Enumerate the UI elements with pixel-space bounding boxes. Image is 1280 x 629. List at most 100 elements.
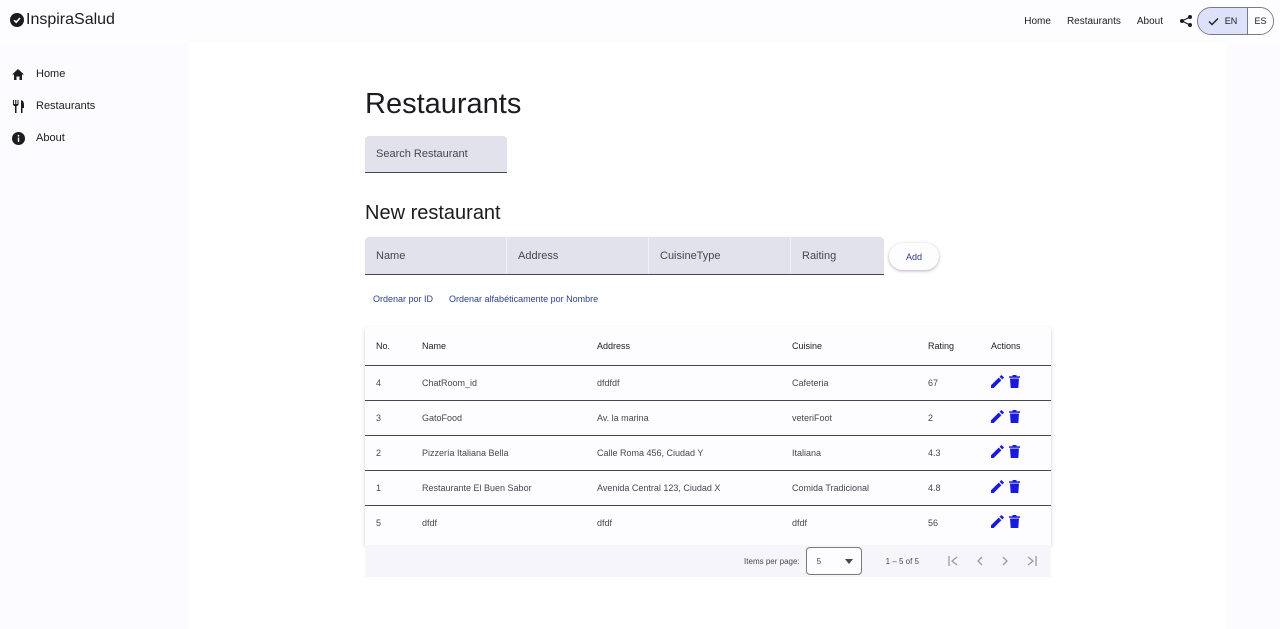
lang-selected-label: EN [1224,16,1238,26]
first-page-icon[interactable] [945,553,961,569]
cell-rating: 4.8 [928,470,991,506]
cell-no: 3 [365,400,422,436]
header-address: Address [597,327,792,366]
cell-rating: 56 [928,517,939,528]
delete-icon[interactable] [1009,410,1020,425]
sidebar-item-home[interactable]: Home [0,58,188,90]
page-range: 1 – 5 of 5 [885,556,919,566]
top-app-bar: InspiraSalud Home Restaurants About EN E… [0,0,1280,42]
app-title: InspiraSalud [26,11,115,28]
sidebar-item-label: Home [36,68,66,80]
page-navigation [945,553,1039,569]
address-field[interactable]: Address [507,237,649,274]
cell-cuisine: veteriFoot [792,400,928,436]
edit-icon[interactable] [991,480,1004,495]
sort-links: Ordenar por ID Ordenar alfabéticamente p… [365,294,598,304]
topnav-restaurants-link[interactable]: Restaurants [1067,16,1121,27]
delete-icon[interactable] [1009,445,1020,460]
sidebar-item-label: About [36,132,65,144]
search-input[interactable]: Search Restaurant [365,136,507,173]
restaurant-icon [11,99,25,113]
language-toggle: EN ES [1197,7,1274,35]
sort-by-id-button[interactable]: Ordenar por ID [373,294,433,304]
table-header-row: No. Name Address Cuisine Rating Actions [365,327,1051,366]
sidebar-item-restaurants[interactable]: Restaurants [0,90,188,122]
topnav-home-link[interactable]: Home [1024,16,1051,27]
table-row: 3 GatoFood Av. la marina veteriFoot 2 [365,400,1051,436]
cell-name: dfdf [422,517,438,528]
cell-address: Avenida Central 123, Ciudad X [597,470,792,506]
sidebar-item-about[interactable]: About [0,122,188,154]
cell-cuisine: Comida Tradicional [792,470,928,506]
next-page-icon[interactable] [997,553,1013,569]
delete-icon[interactable] [1009,515,1020,530]
cell-no: 5 [376,517,382,528]
header-no: No. [365,327,422,366]
cell-rating: 2 [928,400,991,436]
cell-cuisine: Italiana [792,435,928,471]
add-button[interactable]: Add [889,243,939,270]
cell-address: Av. la marina [597,400,792,436]
header-cuisine: Cuisine [792,327,928,366]
cell-actions [991,505,1051,540]
restaurants-table: No. Name Address Cuisine Rating Actions … [365,327,1051,540]
cell-rating: 67 [928,365,991,401]
cell-name: Restaurante El Buen Sabor [422,470,597,506]
info-icon [11,131,25,145]
sidebar: Home Restaurants About [0,58,188,154]
sort-by-name-button[interactable]: Ordenar alfabéticamente por Nombre [449,294,598,304]
lang-option-es[interactable]: ES [1248,8,1273,34]
cell-no: 2 [365,435,422,471]
page-size-select[interactable]: 5 [805,547,862,575]
new-restaurant-title: New restaurant [365,202,501,224]
cell-cuisine: Cafeteria [792,365,928,401]
table-row: 4 ChatRoom_id dfdfdf Cafeteria 67 [365,365,1051,401]
cell-cuisine: dfdf [792,517,808,528]
cell-name: Pizzería Italiana Bella [422,435,597,471]
items-per-page-label: Items per page: [744,556,800,566]
header-actions: Actions [991,327,1051,366]
cell-no: 4 [365,365,422,401]
cell-actions [991,400,1051,436]
sidebar-item-label: Restaurants [36,100,96,112]
cell-name: ChatRoom_id [422,365,597,401]
check-icon [1208,17,1219,25]
header-rating: Rating [928,327,991,366]
new-restaurant-form: Name Address CuisineType Raiting [365,237,884,275]
previous-page-icon[interactable] [971,553,987,569]
cell-actions [991,470,1051,506]
table-row: 5 dfdf dfdf dfdf 56 [365,505,1051,540]
cell-address: dfdfdf [597,365,792,401]
lang-option-selected[interactable]: EN [1198,8,1248,34]
table-row: 2 Pizzería Italiana Bella Calle Roma 456, … [365,435,1051,471]
edit-icon[interactable] [991,515,1004,530]
brand[interactable]: InspiraSalud [10,11,115,29]
cell-rating: 4.3 [928,435,991,471]
page-size-value: 5 [816,556,822,566]
delete-icon[interactable] [1009,480,1020,495]
table-row: 1 Restaurante El Buen Sabor Avenida Centra… [365,470,1051,506]
last-page-icon[interactable] [1023,553,1039,569]
topnav-about-link[interactable]: About [1137,16,1163,27]
cell-address: dfdf [597,517,613,528]
share-icon[interactable] [1179,14,1193,28]
dropdown-arrow-icon [844,558,853,564]
page-title: Restaurants [365,88,522,120]
check-circle-icon [10,13,24,27]
delete-icon[interactable] [1009,375,1020,390]
rating-field[interactable]: Raiting [791,237,884,274]
cell-address: Calle Roma 456, Ciudad Y [597,435,792,471]
cell-name: GatoFood [422,400,597,436]
paginator: Items per page: 5 1 – 5 of 5 [365,545,1051,577]
edit-icon[interactable] [991,375,1004,390]
edit-icon[interactable] [991,445,1004,460]
home-icon [11,67,25,81]
cell-actions [991,435,1051,471]
name-field[interactable]: Name [365,237,507,274]
edit-icon[interactable] [991,410,1004,425]
restaurants-table-card: No. Name Address Cuisine Rating Actions … [365,327,1051,545]
cuisine-type-field[interactable]: CuisineType [649,237,791,274]
top-nav: Home Restaurants About EN ES [1024,0,1280,42]
main-content: Restaurants Search Restaurant New restau… [189,42,1226,629]
cell-actions [991,365,1051,401]
